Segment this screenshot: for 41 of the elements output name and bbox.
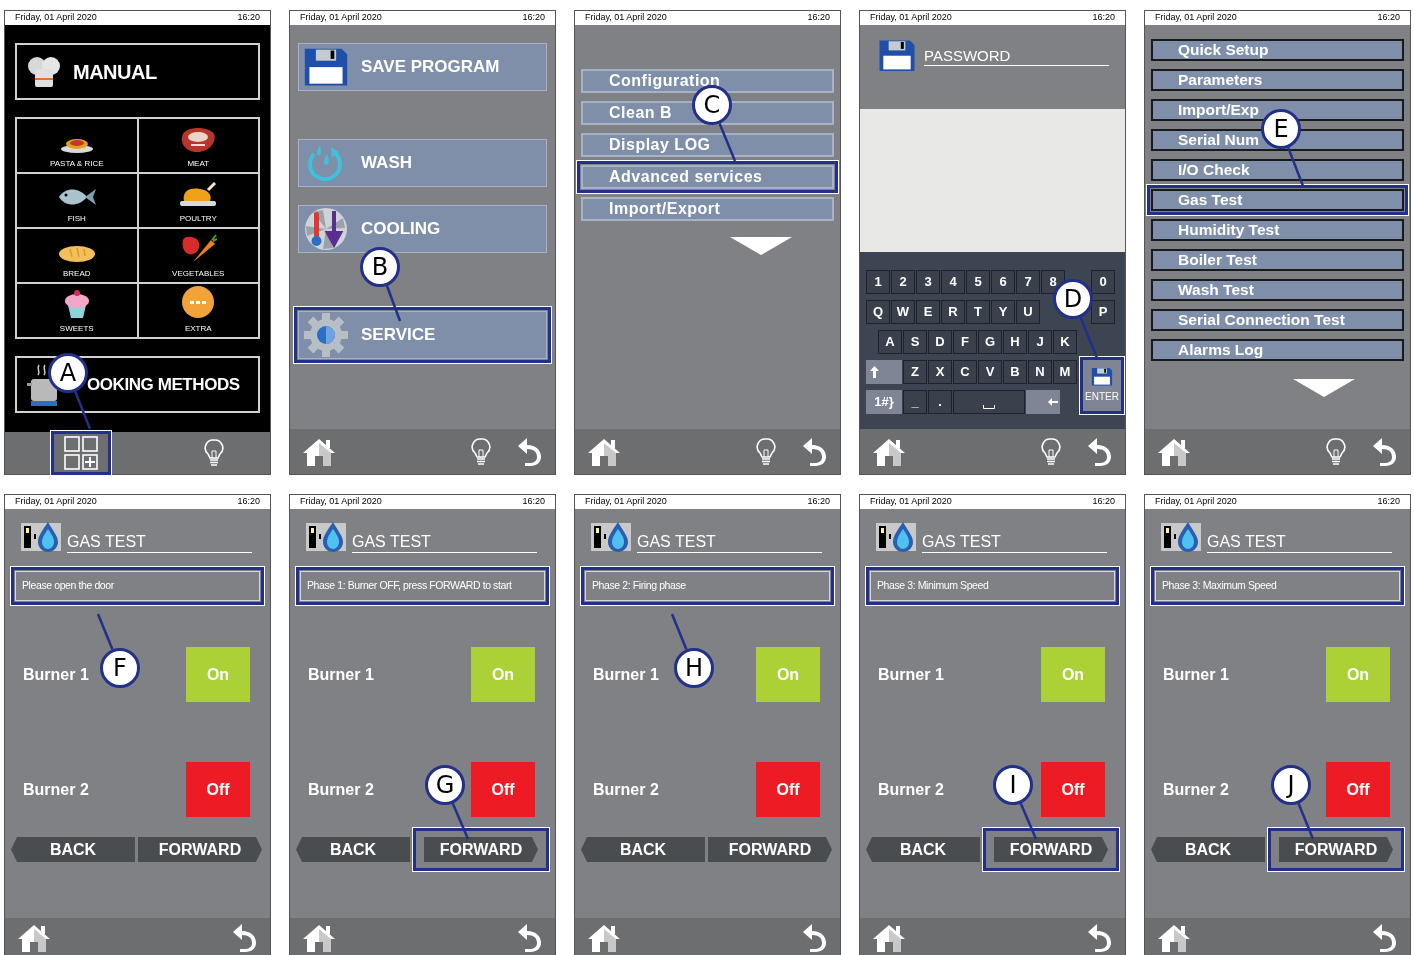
burner-label: Burner 2 — [308, 779, 374, 800]
status-time: 16:20 — [522, 11, 545, 25]
status-date: Friday, 01 April 2020 — [300, 11, 382, 25]
status-date: Friday, 01 April 2020 — [300, 495, 382, 509]
burner-label: Burner 2 — [1163, 779, 1229, 800]
screen-title: GAS TEST — [922, 532, 1107, 553]
burner-label: Burner 2 — [593, 779, 659, 800]
status-date: Friday, 01 April 2020 — [585, 11, 667, 25]
status-date: Friday, 01 April 2020 — [1155, 11, 1237, 25]
burner-label: Burner 2 — [878, 779, 944, 800]
status-date: Friday, 01 April 2020 — [585, 495, 667, 509]
status-date: Friday, 01 April 2020 — [15, 495, 97, 509]
status-date: Friday, 01 April 2020 — [870, 11, 952, 25]
status-time: 16:20 — [807, 11, 830, 25]
message-box: Phase 3: Maximum Speed — [1155, 571, 1400, 601]
screen-title: GAS TEST — [352, 532, 537, 553]
burner-label: Burner 1 — [593, 664, 659, 685]
status-time: 16:20 — [237, 495, 260, 509]
screen-title: GAS TEST — [67, 532, 252, 553]
password-label: PASSWORD — [924, 39, 1109, 66]
status-time: 16:20 — [1092, 11, 1115, 25]
burner-label: Burner 1 — [23, 664, 89, 685]
burner-label: Burner 2 — [23, 779, 89, 800]
status-date: Friday, 01 April 2020 — [15, 11, 97, 25]
status-time: 16:20 — [1377, 495, 1400, 509]
status-date: Friday, 01 April 2020 — [870, 495, 952, 509]
message-box: Phase 1: Burner OFF, press FORWARD to start — [300, 571, 545, 601]
status-date: Friday, 01 April 2020 — [1155, 495, 1237, 509]
status-time: 16:20 — [807, 495, 830, 509]
screen-title: GAS TEST — [1207, 532, 1392, 553]
burner-label: Burner 1 — [308, 664, 374, 685]
burner-label: Burner 1 — [878, 664, 944, 685]
status-time: 16:20 — [522, 495, 545, 509]
status-time: 16:20 — [237, 11, 260, 25]
burner-label: Burner 1 — [1163, 664, 1229, 685]
screen-title: GAS TEST — [637, 532, 822, 553]
message-box: Phase 3: Minimum Speed — [870, 571, 1115, 601]
status-time: 16:20 — [1377, 11, 1400, 25]
status-time: 16:20 — [1092, 495, 1115, 509]
message-box: Please open the door — [15, 571, 260, 601]
message-box: Phase 2: Firing phase — [585, 571, 830, 601]
